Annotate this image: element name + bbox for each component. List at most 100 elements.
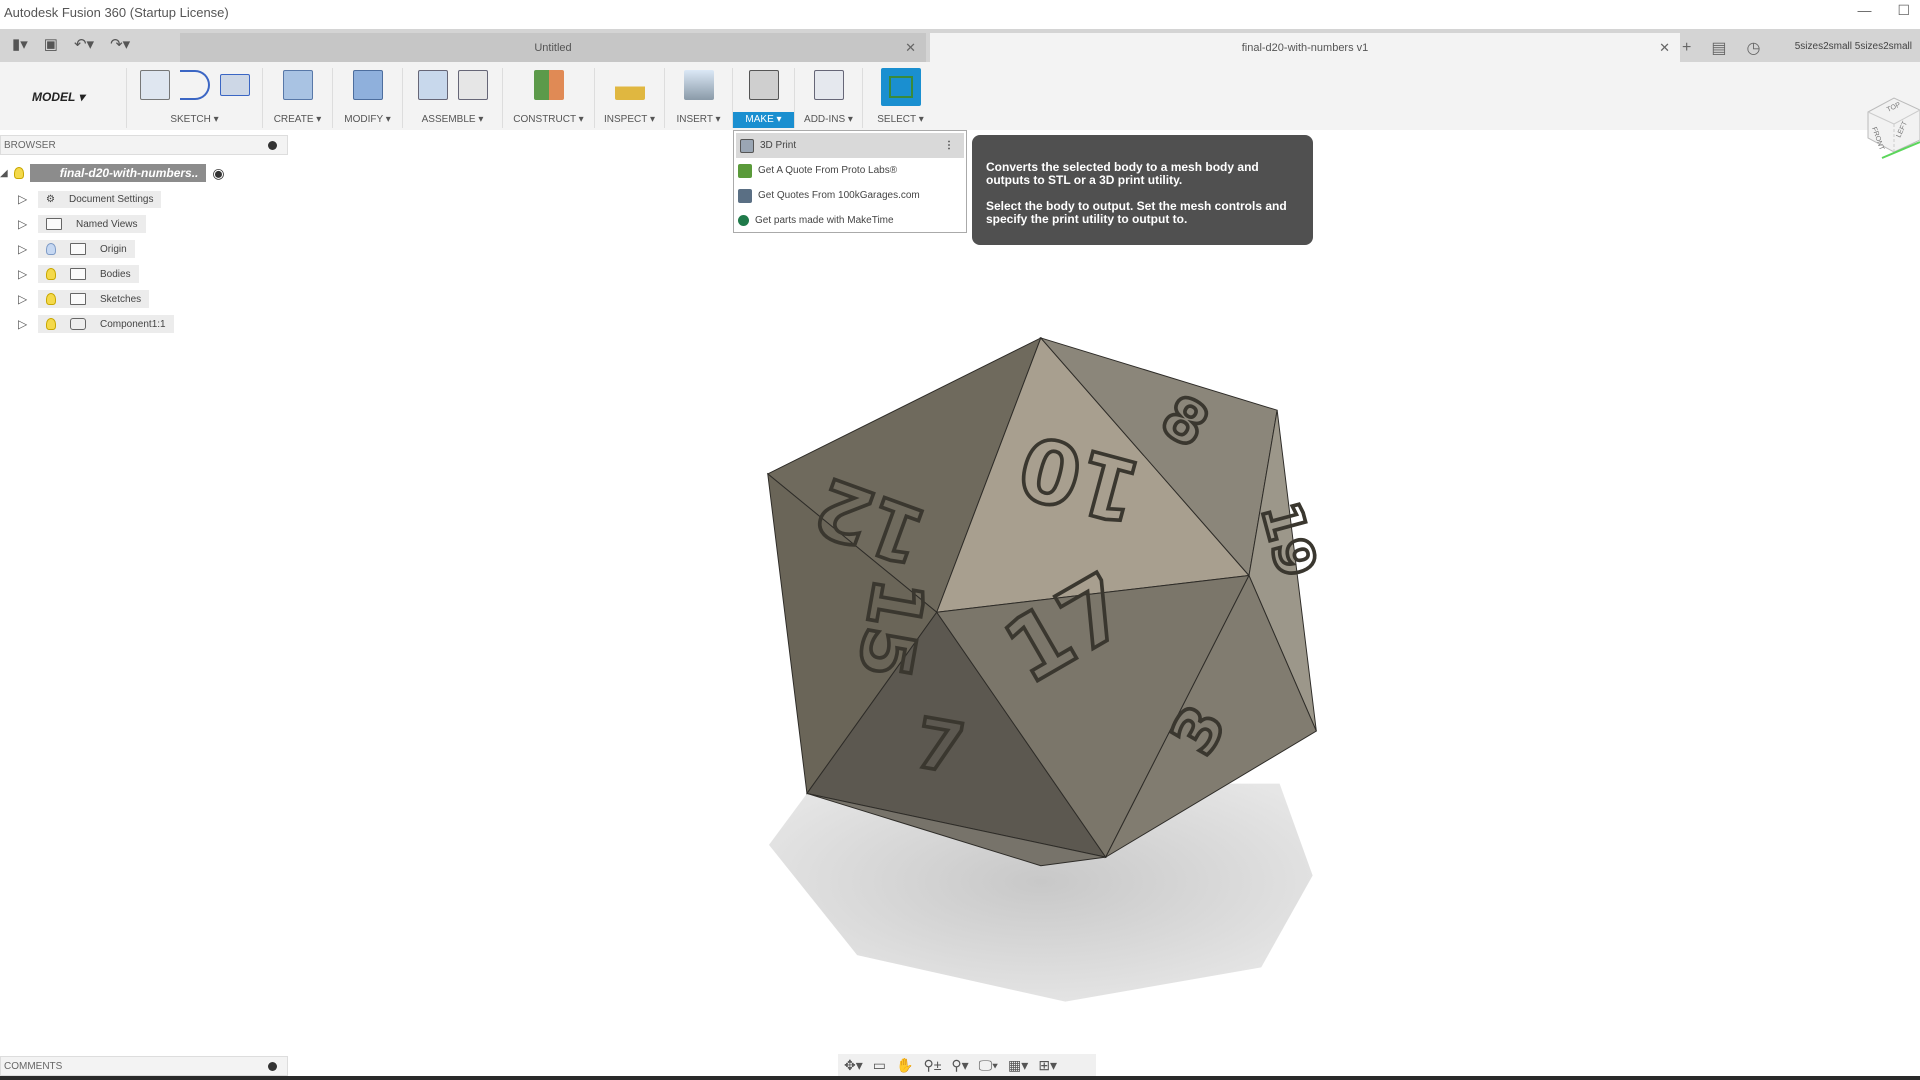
modify-menu[interactable]: MODIFY ▾: [333, 112, 402, 128]
close-tab-icon[interactable]: ✕: [1659, 40, 1670, 56]
die-face: [766, 336, 1042, 614]
browser-title: BROWSER: [4, 140, 56, 151]
menu-item-maketime[interactable]: Get parts made with MakeTime: [734, 208, 966, 233]
menu-item-100kgarages[interactable]: Get Quotes From 100kGarages.com: [734, 183, 966, 208]
notifications-icon[interactable]: ▤: [1711, 38, 1726, 58]
make-group[interactable]: MAKE ▾: [732, 68, 794, 128]
visibility-bulb-icon[interactable]: [13, 167, 24, 179]
more-options-icon[interactable]: ⋮: [944, 140, 954, 151]
comments-panel[interactable]: COMMENTS: [0, 1056, 288, 1076]
insert-group[interactable]: INSERT ▾: [664, 68, 732, 128]
insert-image-icon[interactable]: [683, 70, 714, 100]
scripts-addins-icon[interactable]: [813, 70, 844, 100]
browser-item-named-views[interactable]: ▷ Named Views: [18, 213, 146, 235]
select-icon[interactable]: [880, 68, 921, 106]
folder-icon: [70, 293, 86, 305]
expand-icon[interactable]: ▷: [18, 293, 28, 305]
assemble-group[interactable]: ASSEMBLE ▾: [402, 68, 502, 128]
sketch-menu[interactable]: SKETCH ▾: [127, 112, 262, 128]
visibility-bulb-icon[interactable]: [46, 268, 56, 280]
browser-header[interactable]: BROWSER: [0, 135, 288, 155]
workspace-switcher[interactable]: MODEL ▾: [32, 90, 84, 104]
sketch-group[interactable]: SKETCH ▾: [126, 68, 262, 128]
undo-icon[interactable]: ↶▾: [74, 35, 94, 53]
expand-icon[interactable]: ▷: [18, 218, 28, 230]
root-component-label[interactable]: final-d20-with-numbers..: [29, 164, 207, 182]
look-at-icon[interactable]: ▭: [873, 1057, 886, 1074]
redo-icon[interactable]: ↷▾: [110, 35, 130, 53]
zoom-icon[interactable]: ⚲±: [923, 1057, 941, 1074]
browser-root[interactable]: ◢ final-d20-with-numbers.. ◉: [0, 164, 225, 182]
browser-item-origin[interactable]: ▷ Origin: [18, 238, 135, 260]
menu-item-3d-print[interactable]: 3D Print ⋮: [736, 133, 964, 158]
construct-group[interactable]: CONSTRUCT ▾: [502, 68, 594, 128]
measure-icon[interactable]: [614, 70, 645, 100]
grid-icon[interactable]: ▦▾: [1008, 1057, 1028, 1074]
collapse-browser-icon[interactable]: [268, 141, 277, 150]
activate-radio-icon[interactable]: ◉: [212, 165, 224, 182]
inspect-menu[interactable]: INSPECT ▾: [595, 112, 664, 128]
offset-plane-icon[interactable]: [533, 70, 564, 100]
browser-item-document-settings[interactable]: ▷ ⚙ Document Settings: [18, 188, 162, 210]
new-tab-icon[interactable]: +: [1682, 39, 1691, 57]
toolbar: MODEL ▾ SKETCH ▾ CREATE ▾ MODIFY ▾ ASSEM…: [0, 62, 1920, 130]
expand-icon[interactable]: ▷: [18, 268, 28, 280]
collapse-icon[interactable]: ◢: [0, 168, 8, 179]
expand-icon[interactable]: ▷: [18, 318, 28, 330]
joint-icon[interactable]: [457, 70, 488, 100]
orbit-icon[interactable]: ✥▾: [844, 1057, 863, 1074]
job-status-icon[interactable]: ◷: [1746, 38, 1760, 58]
insert-menu[interactable]: INSERT ▾: [665, 112, 732, 128]
construct-menu[interactable]: CONSTRUCT ▾: [503, 112, 594, 128]
save-icon[interactable]: ▣: [44, 35, 58, 53]
inspect-group[interactable]: INSPECT ▾: [594, 68, 664, 128]
visibility-bulb-icon[interactable]: [46, 293, 56, 305]
tab-final-d20[interactable]: final-d20-with-numbers v1 ✕: [930, 33, 1680, 62]
browser-item-component[interactable]: ▷ Component1:1: [18, 313, 174, 335]
addins-group[interactable]: ADD-INS ▾: [794, 68, 862, 128]
browser-item-bodies[interactable]: ▷ Bodies: [18, 263, 139, 285]
press-pull-icon[interactable]: [352, 70, 383, 100]
die-number: 12: [804, 459, 938, 582]
view-cube[interactable]: TOP FRONT LEFT: [1862, 92, 1920, 162]
tab-bar: ▮▾ ▣ ↶▾ ↷▾ Untitled ✕ final-d20-with-numb…: [0, 29, 1920, 62]
pan-icon[interactable]: ✋: [896, 1057, 913, 1074]
die-number: 17: [988, 553, 1146, 704]
create-menu[interactable]: CREATE ▾: [263, 112, 332, 128]
timeline-bar: [0, 1076, 1920, 1080]
user-account[interactable]: 5sizes2small 5sizes2small: [1795, 41, 1912, 52]
viewports-icon[interactable]: ⊞▾: [1038, 1057, 1057, 1074]
expand-icon[interactable]: ▷: [18, 243, 28, 255]
extrude-icon[interactable]: [282, 70, 313, 100]
expand-icon[interactable]: ▷: [18, 193, 28, 205]
zoom-window-icon[interactable]: ⚲▾: [951, 1057, 968, 1074]
close-tab-icon[interactable]: ✕: [905, 40, 916, 56]
addins-menu[interactable]: ADD-INS ▾: [795, 112, 862, 128]
die-number: 7: [909, 703, 970, 790]
3d-print-icon: [740, 138, 754, 153]
expand-comments-icon[interactable]: [268, 1062, 277, 1071]
visibility-bulb-icon[interactable]: [46, 243, 56, 255]
make-menu[interactable]: MAKE ▾: [733, 112, 794, 128]
modify-group[interactable]: MODIFY ▾: [332, 68, 402, 128]
arc-icon[interactable]: [179, 70, 210, 100]
create-group[interactable]: CREATE ▾: [262, 68, 332, 128]
new-component-icon[interactable]: [417, 70, 448, 100]
file-menu-icon[interactable]: ▮▾: [12, 35, 28, 53]
comments-title: COMMENTS: [4, 1061, 63, 1072]
visibility-bulb-icon[interactable]: [46, 318, 56, 330]
assemble-menu[interactable]: ASSEMBLE ▾: [403, 112, 502, 128]
tab-untitled[interactable]: Untitled ✕: [180, 33, 926, 62]
create-sketch-icon[interactable]: [139, 70, 170, 100]
item-label: Origin: [100, 243, 127, 255]
browser-item-sketches[interactable]: ▷ Sketches: [18, 288, 150, 310]
maximize-button[interactable]: ☐: [1897, 2, 1910, 19]
3d-print-icon[interactable]: [748, 70, 779, 100]
menu-item-proto-labs[interactable]: Get A Quote From Proto Labs®: [734, 158, 966, 183]
die-face: [1104, 574, 1317, 859]
rectangle-icon[interactable]: [219, 74, 250, 96]
select-menu[interactable]: SELECT ▾: [863, 112, 938, 128]
select-group[interactable]: SELECT ▾: [862, 68, 938, 128]
minimize-button[interactable]: —: [1857, 2, 1871, 19]
display-settings-icon[interactable]: 🖵▾: [979, 1057, 998, 1074]
